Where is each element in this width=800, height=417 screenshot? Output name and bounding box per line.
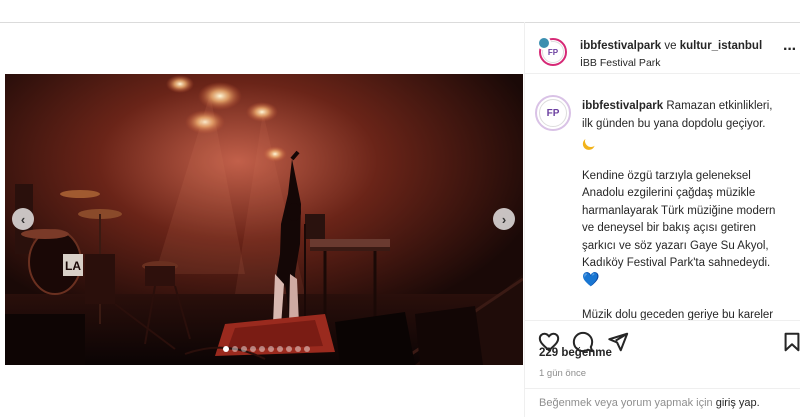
account-avatar[interactable]: FP [537,36,567,66]
slide-dot [295,346,301,352]
coauthor-avatar[interactable] [537,36,551,50]
account-link[interactable]: ibbfestivalpark [580,40,661,52]
slide-dot [223,346,229,352]
next-slide-button[interactable]: › [493,208,515,230]
slide-dot [241,346,247,352]
slide-dot [304,346,310,352]
blue-heart-icon: 💙 [582,270,600,287]
slide-dot [286,346,292,352]
post-media[interactable]: LA ‹ › [5,74,523,365]
previous-slide-button[interactable]: ‹ [12,208,34,230]
slide-dot [259,346,265,352]
caption-continuation: Müzik dolu geceden geriye bu kareler [582,309,774,320]
post-side-panel: FP ibbfestivalpark ve kultur_istanbul İB… [524,22,800,417]
post-header: FP ibbfestivalpark ve kultur_istanbul İB… [525,22,800,74]
like-count[interactable]: 229 beğenme [539,347,612,359]
drum-logo: LA [65,259,81,273]
login-prompt: Beğenmek veya yorum yapmak için giriş ya… [525,388,800,417]
slide-dot [232,346,238,352]
post-timestamp[interactable]: 1 gün önce [539,368,586,379]
post-authors: ibbfestivalpark ve kultur_istanbul [580,40,762,52]
login-prompt-text: Beğenmek veya yorum yapmak için [539,397,713,409]
caption-text: ibbfestivalpark Ramazan etkinlikleri, il… [582,98,782,320]
slide-dot [268,346,274,352]
location-link[interactable]: İBB Festival Park [580,57,661,69]
slide-indicator [223,346,310,352]
caption-area: FP ibbfestivalpark Ramazan etkinlikleri,… [525,75,800,320]
slide-dot [250,346,256,352]
caption-avatar[interactable]: FP [535,95,571,131]
caption-username[interactable]: ibbfestivalpark [582,100,663,112]
concert-photo: LA [5,74,523,365]
more-horizontal-icon[interactable]: ··· [783,41,797,59]
coauthor-link[interactable]: kultur_istanbul [680,40,762,52]
bookmark-icon[interactable] [781,331,800,353]
crescent-moon-icon [583,133,598,148]
caption-body: Kendine özgü tarzıyla geleneksel Anadolu… [582,169,776,270]
slide-dot [277,346,283,352]
login-link[interactable]: giriş yap. [716,397,760,409]
authors-connector: ve [661,40,680,52]
avatar-logo: FP [539,99,567,127]
